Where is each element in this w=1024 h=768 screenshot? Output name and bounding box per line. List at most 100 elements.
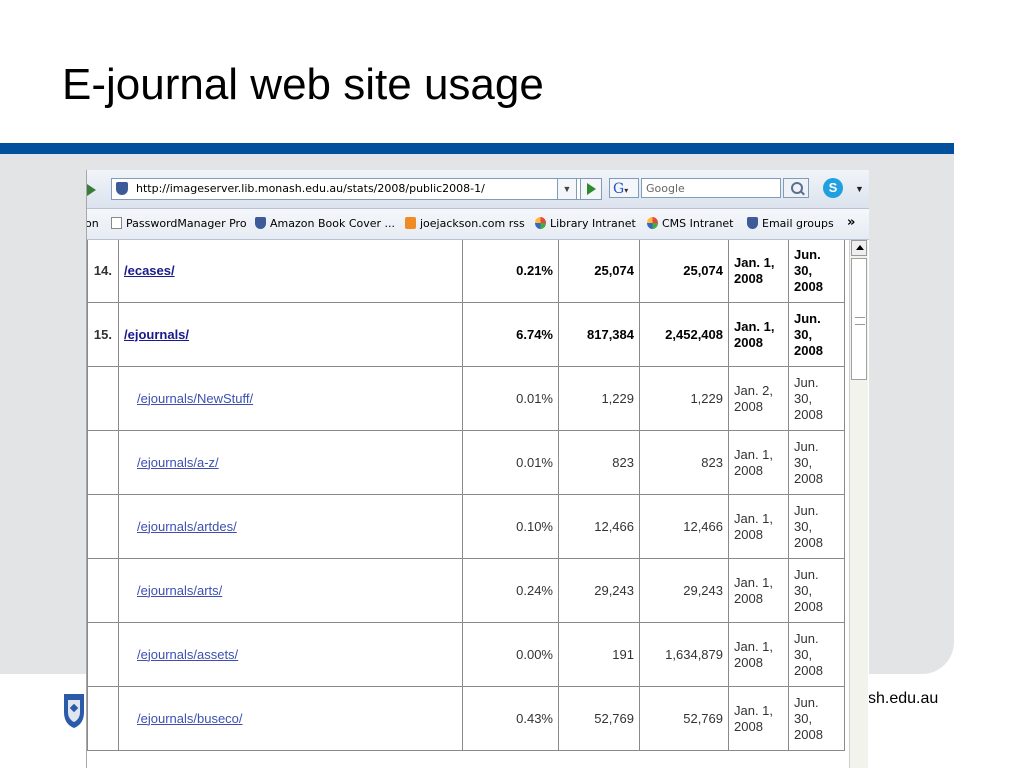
row-last-date: Jun. 30, 2008	[788, 302, 845, 367]
row-path: /ejournals/artdes/	[118, 494, 463, 559]
row-hits: 29,243	[558, 558, 640, 623]
row-bytes: 25,074	[639, 240, 729, 303]
row-first-date: Jan. 1, 2008	[728, 430, 789, 495]
row-percent: 0.21%	[462, 240, 559, 303]
row-last-date: Jun. 30, 2008	[788, 240, 845, 303]
search-input[interactable]: Google	[641, 178, 781, 198]
row-bytes: 12,466	[639, 494, 729, 559]
table-row: 14./ecases/0.21% 25,074 25,074 Jan. 1, 2008…	[87, 240, 865, 303]
table-row: /ejournals/artdes/0.10% 12,466 12,466 Jan. …	[87, 494, 865, 559]
more-links-icon[interactable]: »	[847, 215, 855, 230]
browser-screenshot: http://imageserver.lib.monash.edu.au/sta…	[86, 170, 869, 768]
link-library-intranet[interactable]: Library Intranet	[535, 217, 636, 230]
row-hits: 823	[558, 430, 640, 495]
row-hits: 1,229	[558, 366, 640, 431]
link-item[interactable]: on	[87, 217, 99, 230]
scroll-thumb[interactable]	[851, 258, 867, 380]
path-link[interactable]: /ejournals/assets/	[137, 647, 238, 662]
dropdown-icon: ▼	[562, 184, 572, 194]
table-row: /ejournals/a-z/0.01% 823 823 Jan. 1, 2008 Ju…	[87, 430, 865, 495]
row-path: /ejournals/NewStuff/	[118, 366, 463, 431]
row-bytes: 2,452,408	[639, 302, 729, 367]
link-joejackson-rss[interactable]: joejackson.com rss	[405, 217, 525, 230]
links-bar: on PasswordManager Pro Amazon Book Cover…	[87, 209, 869, 240]
path-link[interactable]: /ejournals/a-z/	[137, 455, 219, 470]
row-last-date: Jun. 30, 2008	[788, 430, 845, 495]
path-link[interactable]: /ejournals/	[124, 327, 189, 342]
row-first-date: Jan. 1, 2008	[728, 240, 789, 303]
go-button[interactable]	[580, 178, 602, 200]
row-first-date: Jan. 1, 2008	[728, 558, 789, 623]
row-first-date: Jan. 1, 2008	[728, 686, 789, 751]
link-cms-intranet[interactable]: CMS Intranet	[647, 217, 734, 230]
row-path: /ecases/	[118, 240, 463, 303]
row-hits: 12,466	[558, 494, 640, 559]
row-percent: 0.01%	[462, 366, 559, 431]
row-hits: 52,769	[558, 686, 640, 751]
row-path: /ejournals/	[118, 302, 463, 367]
row-percent: 6.74%	[462, 302, 559, 367]
row-path: /ejournals/a-z/	[118, 430, 463, 495]
shield-icon	[255, 217, 266, 229]
google-g-label: G	[613, 181, 625, 197]
footer-url: sh.edu.au	[868, 690, 939, 707]
row-first-date: Jan. 1, 2008	[728, 302, 789, 367]
skype-icon[interactable]: S	[823, 178, 843, 198]
path-link[interactable]: /ejournals/arts/	[137, 583, 222, 598]
row-first-date: Jan. 1, 2008	[728, 494, 789, 559]
search-icon[interactable]	[783, 178, 809, 198]
row-path: /ejournals/arts/	[118, 558, 463, 623]
row-hits: 817,384	[558, 302, 640, 367]
row-percent: 0.24%	[462, 558, 559, 623]
star-icon	[647, 217, 658, 229]
row-path: /ejournals/buseco/	[118, 686, 463, 751]
url-text: http://imageserver.lib.monash.edu.au/sta…	[136, 182, 485, 195]
search-engine-button[interactable]: G▾	[609, 178, 639, 198]
chevron-down-icon[interactable]: ▼	[855, 184, 864, 194]
table-row: /ejournals/assets/0.00% 191 1,634,879 Jan. …	[87, 622, 865, 687]
url-input[interactable]: http://imageserver.lib.monash.edu.au/sta…	[111, 178, 583, 200]
row-index: 15.	[87, 302, 119, 367]
row-percent: 0.01%	[462, 430, 559, 495]
row-index	[87, 686, 119, 751]
table-row: /ejournals/buseco/0.43% 52,769 52,769 Jan. …	[87, 686, 865, 751]
link-amazon-book-cover[interactable]: Amazon Book Cover ...	[255, 217, 395, 230]
document-icon	[111, 217, 122, 229]
row-first-date: Jan. 2, 2008	[728, 366, 789, 431]
stats-table-area: 14./ecases/0.21% 25,074 25,074 Jan. 1, 2008…	[87, 240, 869, 768]
shield-icon	[116, 182, 128, 195]
back-arrow-icon[interactable]	[87, 184, 96, 196]
row-index	[87, 558, 119, 623]
row-bytes: 52,769	[639, 686, 729, 751]
link-email-groups[interactable]: Email groups	[747, 217, 834, 230]
row-percent: 0.10%	[462, 494, 559, 559]
row-first-date: Jan. 1, 2008	[728, 622, 789, 687]
url-dropdown-button[interactable]: ▼	[557, 178, 577, 200]
row-last-date: Jun. 30, 2008	[788, 622, 845, 687]
slide-title: E-journal web site usage	[62, 60, 544, 109]
row-index	[87, 366, 119, 431]
path-link[interactable]: /ejournals/buseco/	[137, 711, 243, 726]
star-icon	[535, 217, 546, 229]
row-last-date: Jun. 30, 2008	[788, 558, 845, 623]
rss-icon	[405, 217, 416, 229]
row-percent: 0.00%	[462, 622, 559, 687]
vertical-scrollbar[interactable]	[849, 240, 868, 768]
stats-table: 14./ecases/0.21% 25,074 25,074 Jan. 1, 2008…	[87, 240, 865, 751]
row-index	[87, 430, 119, 495]
row-bytes: 29,243	[639, 558, 729, 623]
row-bytes: 823	[639, 430, 729, 495]
brand-band	[0, 143, 954, 154]
path-link[interactable]: /ejournals/NewStuff/	[137, 391, 253, 406]
path-link[interactable]: /ecases/	[124, 263, 175, 278]
path-link[interactable]: /ejournals/artdes/	[137, 519, 237, 534]
scroll-up-icon[interactable]	[851, 240, 867, 256]
table-row: /ejournals/arts/0.24% 29,243 29,243 Jan. 1,…	[87, 558, 865, 623]
row-bytes: 1,229	[639, 366, 729, 431]
link-passwordmanager[interactable]: PasswordManager Pro	[111, 217, 247, 230]
row-index: 14.	[87, 240, 119, 303]
row-index	[87, 622, 119, 687]
row-percent: 0.43%	[462, 686, 559, 751]
table-row: /ejournals/NewStuff/0.01% 1,229 1,229 Jan. …	[87, 366, 865, 431]
shield-icon	[747, 217, 758, 229]
